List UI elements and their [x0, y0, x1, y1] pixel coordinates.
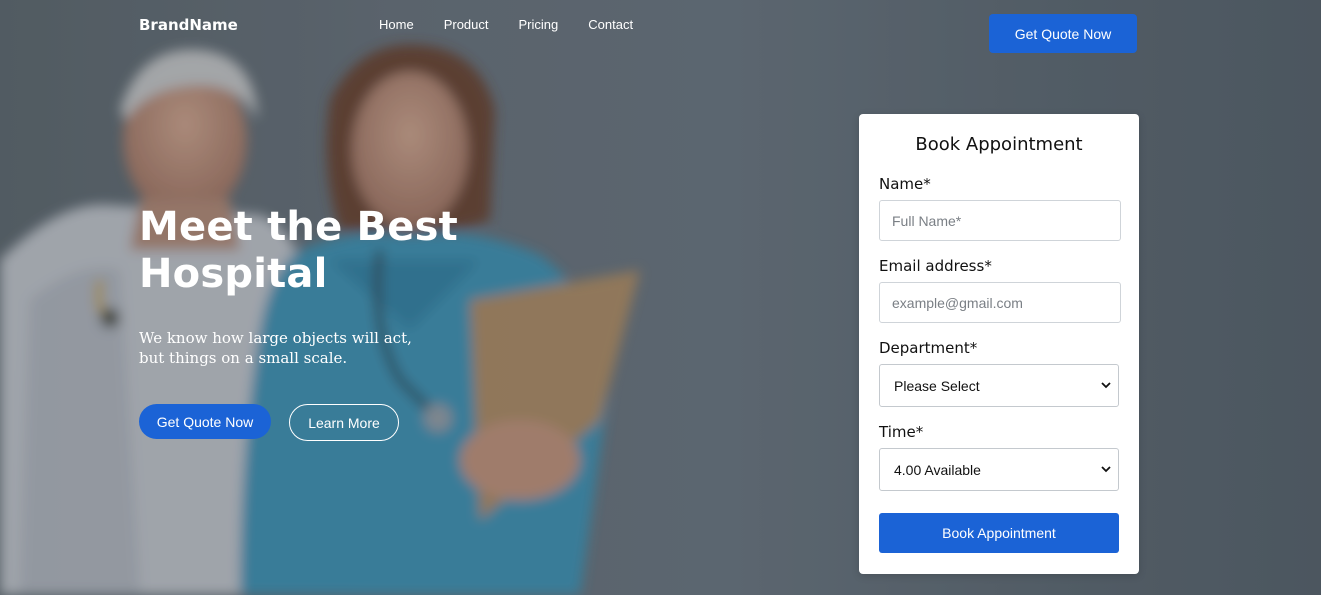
main-nav: Home Product Pricing Contact: [379, 17, 663, 32]
hero-get-quote-button[interactable]: Get Quote Now: [139, 404, 271, 439]
department-select[interactable]: Please Select: [879, 364, 1119, 407]
name-input[interactable]: [879, 200, 1121, 241]
learn-more-button[interactable]: Learn More: [289, 404, 399, 441]
email-label: Email address*: [879, 257, 992, 275]
nav-link-contact[interactable]: Contact: [588, 17, 633, 32]
department-label: Department*: [879, 339, 978, 357]
time-select[interactable]: 4.00 Available: [879, 448, 1119, 491]
time-label: Time*: [879, 423, 924, 441]
email-input[interactable]: [879, 282, 1121, 323]
appointment-card-title: Book Appointment: [915, 134, 1083, 155]
name-label: Name*: [879, 175, 931, 193]
brand-logo[interactable]: BrandName: [139, 16, 238, 34]
header-get-quote-button[interactable]: Get Quote Now: [989, 14, 1137, 53]
nav-link-home[interactable]: Home: [379, 17, 414, 32]
nav-link-pricing[interactable]: Pricing: [519, 17, 559, 32]
hero-subtitle: We know how large objects will act, but …: [139, 329, 412, 367]
nav-link-product[interactable]: Product: [444, 17, 489, 32]
appointment-card: Book Appointment Name* Email address* De…: [859, 114, 1139, 574]
hero-title: Meet the Best Hospital: [139, 204, 458, 297]
book-appointment-button[interactable]: Book Appointment: [879, 513, 1119, 553]
